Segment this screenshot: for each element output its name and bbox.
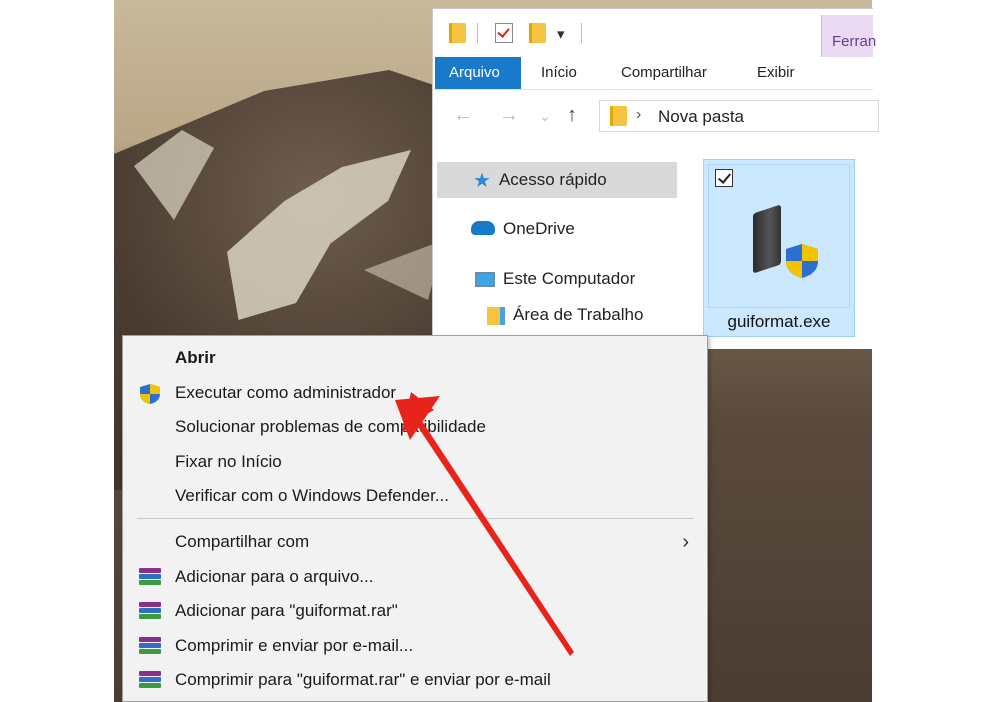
annotation-arrow [395, 392, 574, 656]
